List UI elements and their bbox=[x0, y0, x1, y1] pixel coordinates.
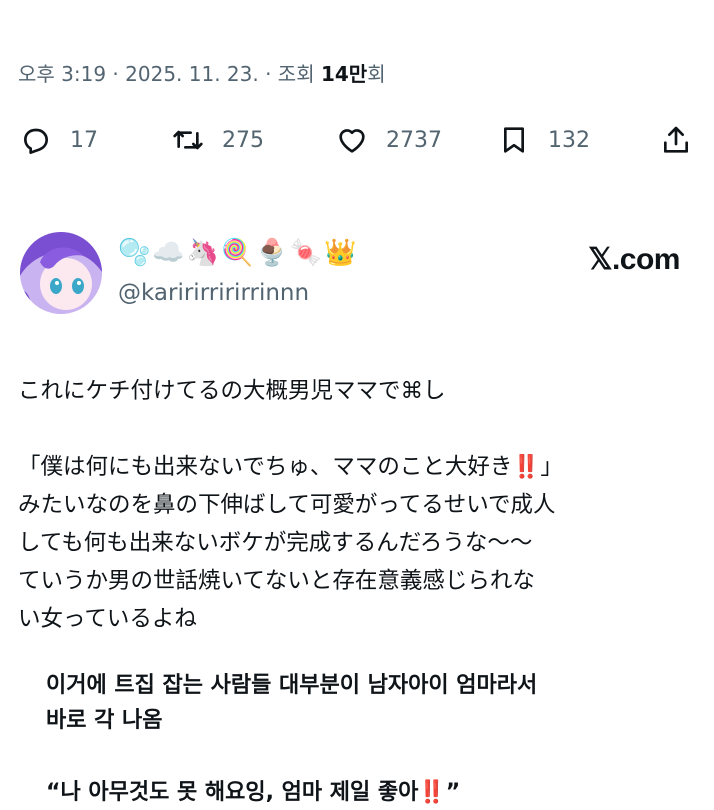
tweet-meta: 오후 3:19 · 2025. 11. 23. · 조회 14만회 bbox=[18, 58, 386, 87]
retweet-icon bbox=[173, 130, 203, 150]
reply-count: 17 bbox=[70, 127, 98, 153]
view-count: 14만 bbox=[320, 62, 368, 86]
caption-line-1: 이거에 트집 잡는 사람들 대부분이 남자아이 엄마라서 bbox=[46, 673, 538, 698]
heart-icon bbox=[339, 129, 365, 153]
avatar[interactable] bbox=[20, 232, 102, 314]
retweet-button[interactable]: 275 bbox=[172, 118, 264, 162]
reply-icon bbox=[24, 128, 48, 154]
share-icon bbox=[664, 126, 688, 153]
bookmark-count: 132 bbox=[548, 127, 590, 153]
action-bar: 17 275 2737 132 bbox=[0, 118, 714, 162]
bookmark-button[interactable]: 132 bbox=[498, 118, 590, 162]
like-button[interactable]: 2737 bbox=[336, 118, 442, 162]
like-count: 2737 bbox=[386, 127, 442, 153]
display-name: 🫧☁️🦄🍭🍨🍬👑 bbox=[118, 238, 359, 268]
caption-quote: “나 아무것도 못 해요잉, 엄마 제일 좋아‼️” bbox=[46, 780, 461, 805]
meta-time-date: 오후 3:19 · 2025. 11. 23. · 조회 bbox=[18, 62, 321, 86]
retweet-count: 275 bbox=[222, 127, 264, 153]
x-com-label: 𝕏.com bbox=[588, 243, 680, 276]
view-suffix: 회 bbox=[367, 62, 386, 86]
reply-button[interactable]: 17 bbox=[20, 118, 98, 162]
tweet-body: これにケチ付けてるの大概男児ママで⌘し 「僕は何にも出来ないでちゅ、ママのこと大… bbox=[18, 378, 563, 632]
bookmark-icon bbox=[504, 127, 524, 153]
share-button[interactable] bbox=[660, 118, 692, 162]
korean-caption: 이거에 트집 잡는 사람들 대부분이 남자아이 엄마라서바로 각 나옴 “나 아무… bbox=[46, 668, 706, 810]
user-handle[interactable]: @karirirririrrinnn bbox=[118, 280, 309, 306]
caption-line-2: 바로 각 나옴 bbox=[46, 708, 163, 733]
